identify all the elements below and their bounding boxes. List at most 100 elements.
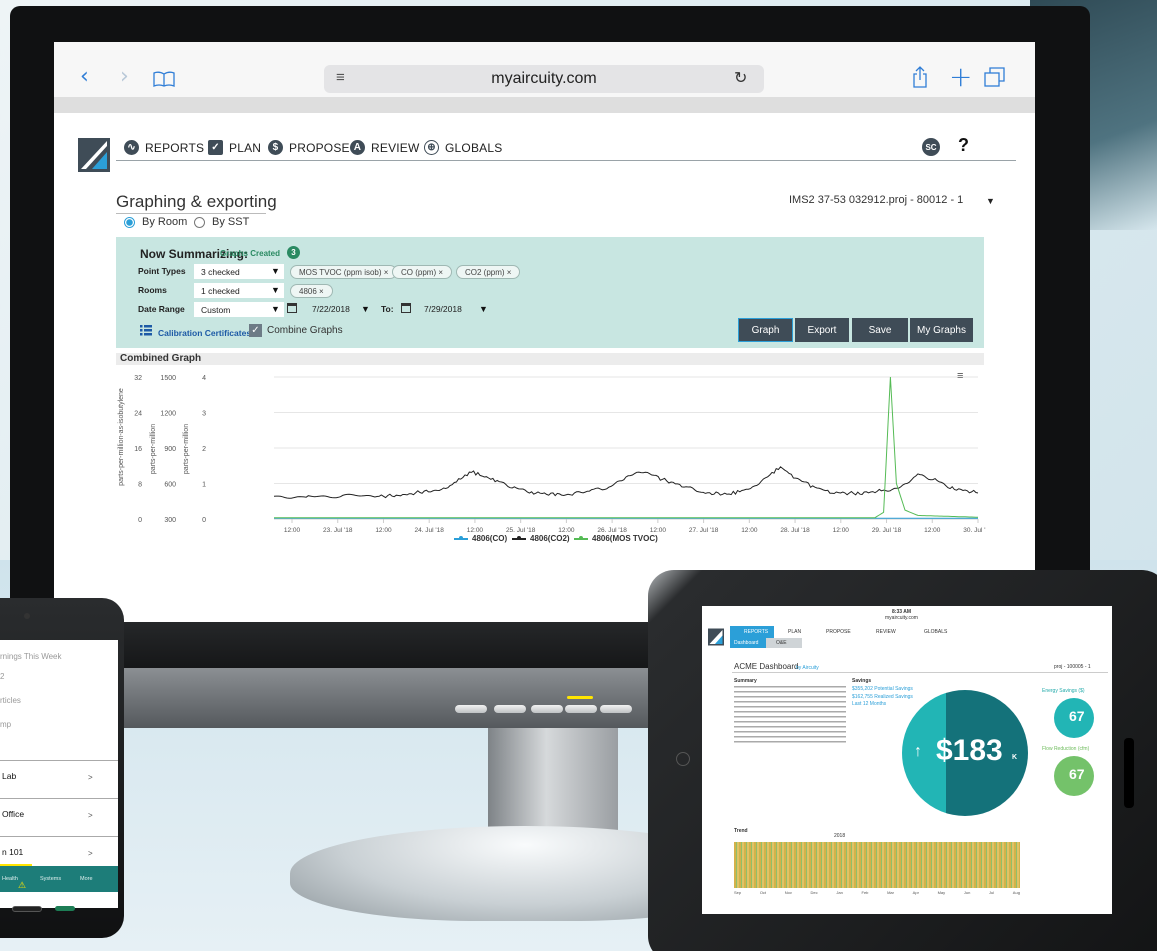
- y-axis-label-co2: parts-per-million: [150, 424, 157, 474]
- flow-reduction-value: 67: [1069, 766, 1085, 782]
- chip-co2[interactable]: CO2 (ppm) ×: [456, 265, 521, 279]
- list-item-label: Office: [2, 809, 25, 819]
- tabs-icon[interactable]: [984, 67, 1006, 87]
- tablet-nav-review[interactable]: REVIEW: [876, 629, 896, 635]
- my-graphs-button[interactable]: My Graphs: [910, 318, 973, 342]
- tablet-side-button[interactable]: [1124, 738, 1134, 808]
- energy-savings-gauge[interactable]: 67: [1054, 698, 1094, 738]
- chart-menu-icon[interactable]: ≡: [957, 370, 963, 382]
- tablet-savings-line: $162,755 Realized Savings: [852, 694, 913, 700]
- chip-mos-tvoc[interactable]: MOS TVOC (ppm isob) ×: [290, 265, 398, 279]
- combine-graphs-checkbox[interactable]: ✓: [249, 324, 262, 337]
- tablet-url: myaircuity.com: [885, 615, 918, 621]
- legend-co2[interactable]: 4806(CO2): [512, 534, 570, 543]
- month-label: May: [937, 890, 946, 895]
- phone-home-button[interactable]: [12, 906, 42, 912]
- monitor-button[interactable]: [455, 705, 487, 713]
- user-avatar[interactable]: SC: [922, 138, 940, 156]
- x-tick-label: 12:00: [924, 527, 941, 534]
- y-tick-mos: 0: [138, 517, 142, 524]
- chip-co[interactable]: CO (ppm) ×: [392, 265, 453, 279]
- phone-camera: [24, 613, 30, 619]
- phone-list-item[interactable]: Office >: [0, 798, 118, 836]
- share-icon[interactable]: [912, 66, 928, 88]
- legend-co[interactable]: 4806(CO): [454, 534, 507, 543]
- phone-tab-more[interactable]: More: [80, 876, 93, 882]
- month-label: Apr: [912, 890, 919, 895]
- nav-review[interactable]: A REVIEW: [350, 140, 420, 155]
- help-button[interactable]: ?: [958, 135, 969, 156]
- tablet-nav-globals[interactable]: GLOBALS: [924, 629, 947, 635]
- x-tick-label: 30. Jul '18: [963, 527, 986, 534]
- radio-by-room[interactable]: By Room: [124, 216, 187, 228]
- legend-mos-tvoc[interactable]: 4806(MOS TVOC): [574, 534, 658, 543]
- chevron-down-icon[interactable]: ▼: [986, 196, 995, 206]
- y-tick-co2: 300: [164, 517, 176, 524]
- calibration-certificates-link[interactable]: Calibration Certificates: [158, 328, 251, 338]
- monitor-button[interactable]: [494, 705, 526, 713]
- phone-tab-systems[interactable]: Systems: [40, 876, 61, 882]
- point-types-label: Point Types: [138, 266, 186, 276]
- tablet-nav-reports[interactable]: REPORTS: [730, 626, 774, 638]
- new-tab-icon[interactable]: +: [949, 60, 972, 93]
- address-bar[interactable]: ≡ myaircuity.com ↻: [324, 65, 764, 93]
- chevron-down-icon[interactable]: ▼: [361, 304, 370, 314]
- forward-icon[interactable]: ›: [120, 64, 129, 89]
- phone-list-item[interactable]: Lab >: [0, 760, 118, 798]
- bookmarks-icon[interactable]: [152, 70, 176, 88]
- x-tick-label: 29. Jul '18: [872, 527, 902, 534]
- tablet-trend-year: 2018: [834, 833, 846, 839]
- chevron-down-icon[interactable]: ▼: [271, 304, 280, 314]
- radio-by-sst[interactable]: By SST: [194, 216, 249, 228]
- back-icon[interactable]: ‹: [80, 64, 89, 89]
- calendar-icon[interactable]: [287, 303, 297, 313]
- save-button[interactable]: Save: [852, 318, 908, 342]
- energy-savings-label: Energy Savings ($): [1042, 688, 1085, 694]
- project-select[interactable]: IMS2 37-53 032912.proj - 80012 - 1: [789, 194, 963, 206]
- aircuity-logo[interactable]: [78, 138, 110, 172]
- tablet-subtab-oe[interactable]: O&E: [766, 638, 802, 648]
- tablet-project[interactable]: proj - 100005 - 1: [1054, 664, 1091, 670]
- monitor-button[interactable]: [565, 705, 597, 713]
- radio-dot: [194, 216, 205, 228]
- tablet-trend-months: Sep Oct Nov Dec Jan Feb Mar Apr May Jun Jul Aug: [734, 890, 1020, 896]
- nav-propose[interactable]: $ PROPOSE: [268, 140, 350, 155]
- phone-buttons: [0, 904, 110, 914]
- graph-title: Combined Graph: [120, 353, 202, 364]
- y-tick-mos: 16: [134, 446, 142, 453]
- phone-tab-health[interactable]: Health: [2, 876, 18, 882]
- flow-reduction-gauge[interactable]: 67: [1054, 756, 1094, 796]
- phone-tab-indicator: [0, 864, 32, 866]
- nav-reports[interactable]: ∿ REPORTS: [124, 140, 204, 155]
- y-tick-mos: 24: [134, 411, 142, 418]
- chevron-down-icon[interactable]: ▼: [271, 285, 280, 295]
- monitor-button[interactable]: [531, 705, 563, 713]
- aircuity-logo[interactable]: [708, 628, 724, 646]
- legend-swatch: [574, 536, 588, 540]
- chip-room-4806[interactable]: 4806 ×: [290, 284, 333, 298]
- tablet-trend-label: Trend: [734, 828, 748, 834]
- tablet-trend-chart[interactable]: [734, 842, 1020, 888]
- tablet-nav-plan[interactable]: PLAN: [788, 629, 801, 635]
- radio-label: By SST: [212, 216, 250, 228]
- tablet-subtab-dashboard[interactable]: Dashboard: [730, 638, 766, 648]
- month-label: Mar: [887, 890, 894, 895]
- chevron-down-icon[interactable]: ▼: [271, 266, 280, 276]
- list-icon[interactable]: [140, 325, 152, 336]
- chevron-down-icon[interactable]: ▼: [479, 304, 488, 314]
- reload-icon[interactable]: ↻: [734, 68, 747, 88]
- x-tick-label: 12:00: [284, 527, 301, 534]
- nav-plan[interactable]: ✓ PLAN: [208, 140, 261, 155]
- subtab-label: Dashboard: [734, 640, 759, 646]
- calendar-icon[interactable]: [401, 303, 411, 313]
- phone-text: mp: [0, 720, 12, 729]
- monitor-button[interactable]: [600, 705, 632, 713]
- nav-globals[interactable]: ⊕ GLOBALS: [424, 140, 502, 155]
- graph-button[interactable]: Graph: [738, 318, 793, 342]
- reader-icon[interactable]: ≡: [336, 69, 345, 86]
- tablet-nav-propose[interactable]: PROPOSE: [826, 629, 851, 635]
- date-to[interactable]: 7/29/2018: [424, 304, 462, 314]
- date-from[interactable]: 7/22/2018: [312, 304, 350, 314]
- combined-chart[interactable]: 32 1500 4 24 1200 3 16 900 2 8 600 1 0 300 0 parts-per-…: [116, 365, 986, 540]
- export-button[interactable]: Export: [795, 318, 849, 342]
